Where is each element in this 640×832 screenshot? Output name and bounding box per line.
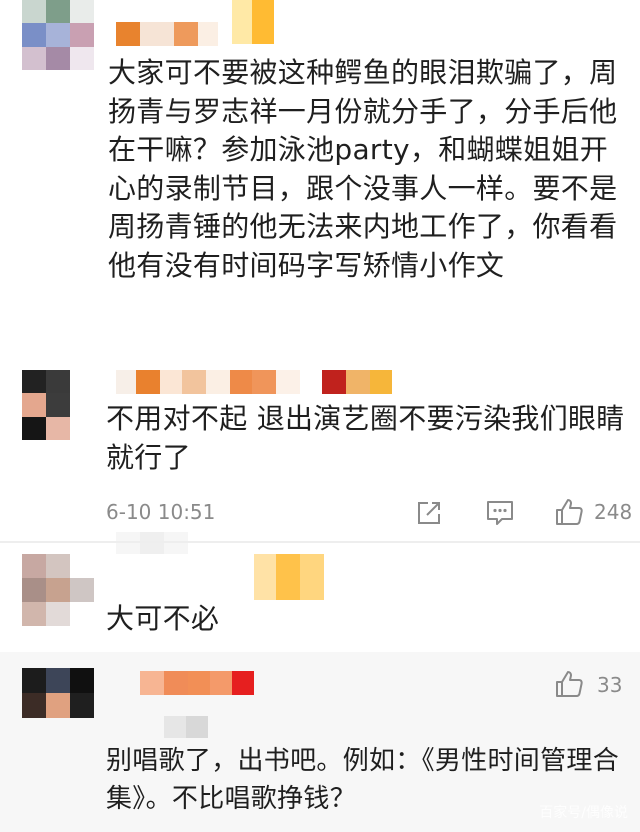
blurred-block [164,716,208,738]
username-blurred[interactable] [116,22,218,46]
comment-text: 大家可不要被这种鳄鱼的眼泪欺骗了，周扬青与罗志祥一月份就分手了，分手后他在干嘛？… [108,56,618,282]
comment-text: 大可不必 [106,602,220,635]
like-count: 33 [597,673,623,697]
username-blurred[interactable] [116,370,392,394]
like-count: 248 [594,500,633,524]
divider [0,541,640,543]
comment-timestamp: 6-10 10:51 [106,500,216,524]
comment-icon[interactable] [484,498,516,528]
user-badge-blurred [232,0,274,44]
blurred-block [116,532,188,554]
thumbs-up-icon[interactable] [553,668,585,700]
comment-text: 不用对不起 退出演艺圈不要污染我们眼睛就行了 [106,402,625,474]
thumbs-up-icon[interactable] [553,496,585,528]
avatar[interactable] [22,668,94,718]
user-badge-blurred [254,554,324,600]
share-icon[interactable] [414,498,444,528]
username-blurred[interactable] [140,671,254,695]
watermark: 百家号/偶像说 [539,805,628,821]
avatar[interactable] [22,0,94,71]
avatar[interactable] [22,370,70,441]
avatar[interactable] [22,554,94,626]
